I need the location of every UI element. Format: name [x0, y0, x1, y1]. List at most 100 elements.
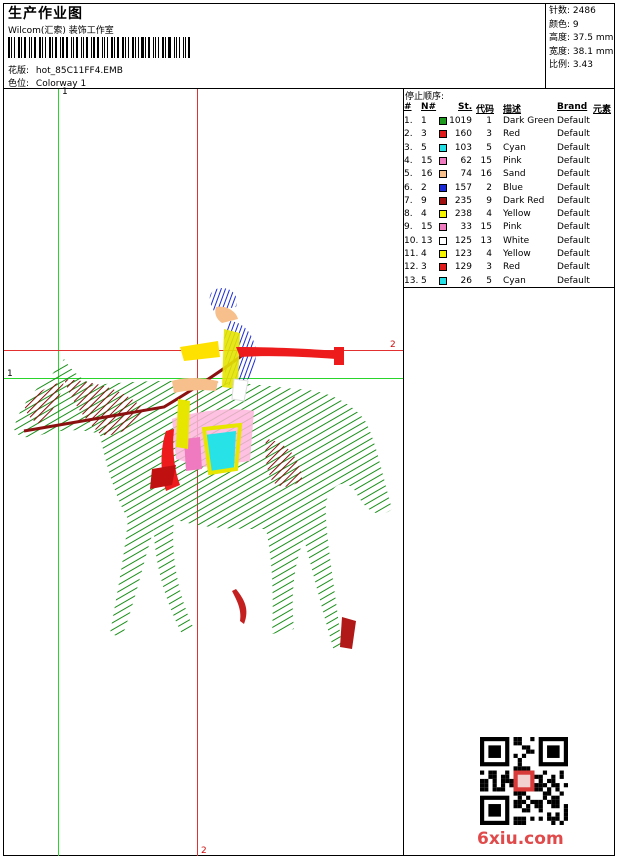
qr-module	[563, 816, 568, 821]
barcode-bar	[45, 37, 46, 58]
cell-code: 15	[480, 222, 492, 233]
cell-brand: Default	[557, 169, 590, 180]
cell-brand: Default	[557, 155, 590, 166]
qr-module	[563, 812, 568, 817]
qr-module	[563, 783, 568, 788]
qr-module	[555, 787, 560, 792]
cell-code: 15	[480, 155, 492, 166]
qr-module	[517, 762, 522, 767]
cell-no: 4.	[404, 155, 413, 166]
qr-module	[538, 783, 543, 788]
qr-module	[530, 816, 535, 821]
qr-module	[526, 749, 531, 754]
qr-module	[517, 795, 522, 800]
qr-module	[538, 816, 543, 821]
design-label: 花版:	[8, 66, 30, 76]
horse-figure	[14, 288, 392, 651]
qr-module	[526, 766, 531, 771]
cell-st: 235	[454, 195, 472, 206]
barcode-bar	[75, 37, 79, 58]
qr-module	[513, 804, 518, 809]
cell-desc: Yellow	[503, 249, 531, 259]
qr-module	[521, 820, 527, 825]
design-file: 花版: hot_85C11FF4.EMB	[8, 63, 123, 76]
company-name: Wilcom(汇索) 装饰工作室	[8, 26, 114, 36]
qr-module	[513, 816, 518, 821]
qr-module	[517, 804, 522, 809]
qr-module	[492, 770, 497, 775]
cell-st: 123	[454, 249, 472, 259]
cell-st: 26	[460, 275, 472, 286]
barcode-bar	[33, 37, 36, 58]
stat-colors: 颜色: 9	[549, 19, 579, 30]
cell-n: 4	[421, 249, 427, 259]
qr-module	[555, 783, 560, 788]
qr-module	[547, 812, 552, 817]
qr-module	[521, 766, 527, 771]
barcode-bar	[92, 37, 95, 58]
cell-brand: Default	[557, 262, 590, 273]
qr-module	[509, 783, 514, 788]
barcode-bar	[134, 37, 136, 58]
qr-module	[551, 774, 556, 779]
barcode-bar	[38, 37, 42, 58]
cell-n: 4	[421, 209, 427, 220]
barcode-bar	[178, 37, 181, 58]
qr-module	[513, 766, 518, 771]
col-element: 元素	[593, 105, 612, 115]
color-swatch	[439, 183, 447, 192]
qr-module	[547, 799, 552, 805]
cell-desc: Pink	[503, 222, 522, 233]
cell-n: 1	[421, 116, 427, 126]
cell-n: 2	[421, 182, 427, 193]
qr-module	[500, 787, 506, 792]
barcode-bar	[183, 37, 185, 58]
qr-module	[534, 783, 539, 788]
qr-module	[551, 795, 556, 800]
barcode-bar	[62, 37, 65, 58]
barcode-bar	[24, 37, 26, 58]
cell-no: 13.	[404, 275, 419, 286]
color-swatch	[439, 130, 447, 139]
qr-module	[551, 804, 556, 809]
barcode-bar	[90, 37, 92, 58]
qr-module	[521, 745, 527, 750]
barcode-bar	[72, 37, 74, 58]
col-code: 代码	[476, 105, 495, 115]
cell-n: 3	[421, 129, 427, 140]
cell-no: 5.	[404, 169, 413, 180]
color-swatch	[439, 210, 447, 219]
cell-brand: Default	[557, 275, 590, 286]
cell-st: 103	[454, 142, 472, 153]
cell-n: 3	[421, 262, 427, 273]
cell-brand: Default	[557, 222, 590, 233]
color-swatch	[439, 236, 447, 245]
qr-module	[513, 791, 518, 796]
cell-brand: Default	[557, 209, 590, 220]
qr-module	[530, 749, 535, 754]
qr-module	[538, 808, 543, 813]
col-st: St.	[458, 102, 473, 112]
col-no: #	[404, 102, 412, 112]
barcode-bar	[148, 37, 150, 58]
embroidery-preview	[14, 288, 392, 651]
color-swatch	[439, 263, 447, 272]
cell-code: 1	[486, 116, 492, 126]
qr-module	[555, 799, 560, 805]
qr-module	[530, 737, 535, 742]
cell-brand: Default	[557, 249, 590, 259]
barcode-bar	[81, 37, 83, 58]
barcode-bar	[185, 37, 187, 58]
qr-module	[542, 795, 548, 800]
cell-desc: Dark Red	[503, 195, 545, 206]
color-swatch	[439, 196, 447, 205]
qr-module	[513, 820, 518, 825]
cell-brand: Default	[557, 116, 590, 126]
cell-no: 12.	[404, 262, 419, 273]
qr-module	[526, 804, 531, 809]
cell-st: 160	[454, 129, 472, 140]
cell-desc: Cyan	[503, 275, 526, 286]
cell-desc: Red	[503, 262, 521, 273]
cell-st: 1019	[449, 116, 472, 126]
barcode-bar	[83, 37, 85, 58]
